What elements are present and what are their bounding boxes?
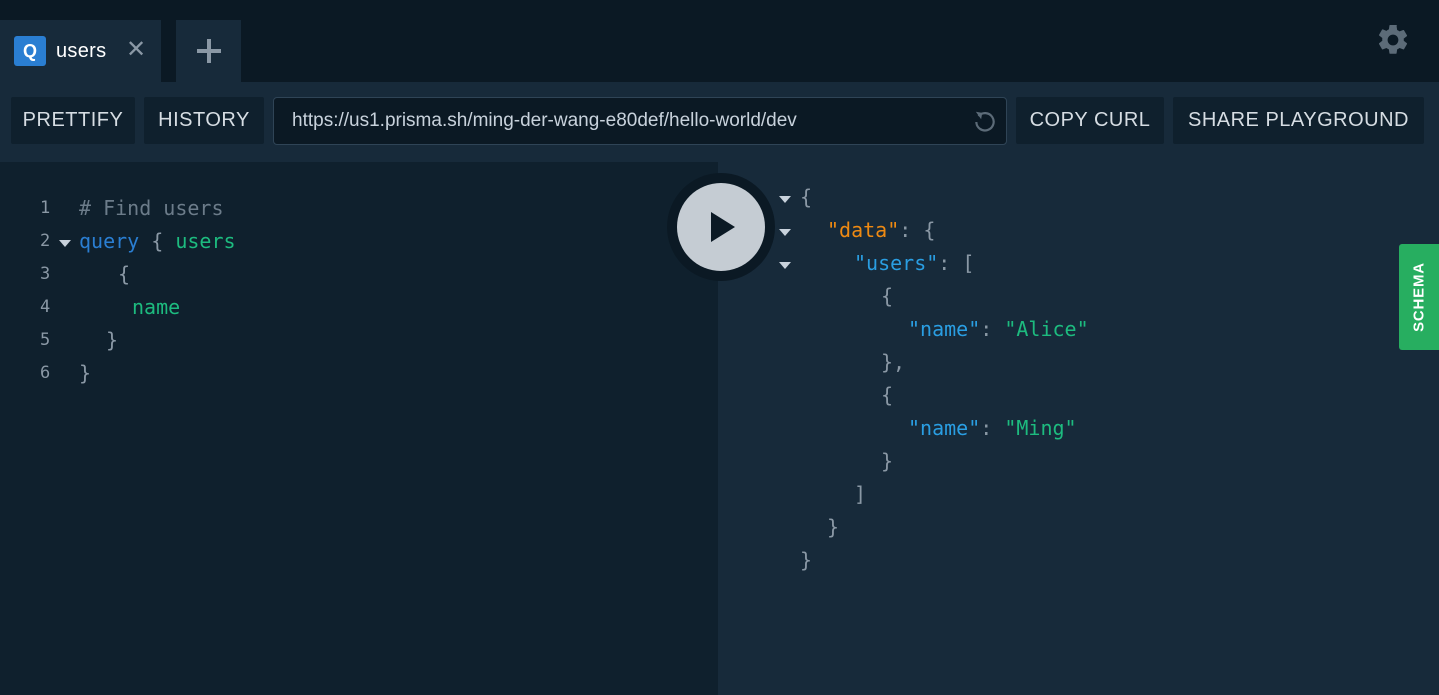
line-number: 1 xyxy=(40,198,51,218)
json-brace: } xyxy=(827,515,840,539)
schema-tab[interactable]: SCHEMA xyxy=(1399,244,1439,350)
json-brace: { xyxy=(881,284,894,308)
endpoint-url-input[interactable]: https://us1.prisma.sh/ming-der-wang-e80d… xyxy=(273,97,1007,145)
query-keyword: query xyxy=(79,229,140,253)
tab-bar: Q users ✕ xyxy=(0,0,1439,82)
json-value-name: "Ming" xyxy=(1004,416,1077,440)
fold-caret-icon[interactable] xyxy=(779,229,791,236)
fold-caret-icon[interactable] xyxy=(779,196,791,203)
line-number: 5 xyxy=(40,330,51,350)
new-tab-button[interactable] xyxy=(176,20,241,82)
reload-icon[interactable] xyxy=(972,109,998,135)
line-number: 6 xyxy=(40,363,51,383)
json-line-name: "name": "Ming" xyxy=(908,416,1077,440)
code-line-query: query { users xyxy=(79,229,236,253)
field-name: name xyxy=(132,295,181,319)
json-value-name: "Alice" xyxy=(1004,317,1089,341)
code-brace: } xyxy=(106,328,119,352)
copy-curl-button[interactable]: COPY CURL xyxy=(1016,97,1164,144)
line-number: 2 xyxy=(40,231,51,251)
close-icon[interactable]: ✕ xyxy=(126,38,146,62)
tab-label: users xyxy=(56,39,107,62)
line-number: 3 xyxy=(40,264,51,284)
toolbar: PRETTIFY HISTORY https://us1.prisma.sh/m… xyxy=(0,82,1439,162)
fold-caret-icon[interactable] xyxy=(59,240,71,247)
json-key-name: "name" xyxy=(908,416,981,440)
json-key-name: "name" xyxy=(908,317,981,341)
play-icon xyxy=(711,212,735,242)
json-line-name: "name": "Alice" xyxy=(908,317,1089,341)
json-brace: }, xyxy=(881,350,906,374)
json-brace: { xyxy=(881,383,894,407)
code-brace: { xyxy=(118,262,131,286)
json-brace: { xyxy=(800,185,813,209)
json-bracket: ] xyxy=(854,482,867,506)
endpoint-url-text: https://us1.prisma.sh/ming-der-wang-e80d… xyxy=(292,110,797,131)
code-punct: { xyxy=(139,229,176,253)
schema-tab-label: SCHEMA xyxy=(1410,262,1428,332)
history-button[interactable]: HISTORY xyxy=(144,97,264,144)
query-badge: Q xyxy=(14,36,46,66)
json-key-users: "users" xyxy=(854,251,939,275)
run-button-frame xyxy=(667,173,775,281)
run-button[interactable] xyxy=(677,183,765,271)
json-line-users: "users": [ xyxy=(854,251,975,275)
line-number: 4 xyxy=(40,297,51,317)
share-playground-button[interactable]: SHARE PLAYGROUND xyxy=(1173,97,1424,144)
fold-caret-icon[interactable] xyxy=(779,262,791,269)
plus-icon xyxy=(196,39,221,63)
code-brace: } xyxy=(79,361,92,385)
json-line-data: "data": { xyxy=(827,218,936,242)
gear-icon[interactable] xyxy=(1375,22,1411,58)
tab-users[interactable]: Q users ✕ xyxy=(0,20,161,82)
prettify-button[interactable]: PRETTIFY xyxy=(11,97,135,144)
json-brace: } xyxy=(800,548,813,572)
field-users: users xyxy=(175,229,236,253)
json-brace: } xyxy=(881,449,894,473)
json-key-data: "data" xyxy=(827,218,900,242)
code-comment: # Find users xyxy=(79,196,224,220)
